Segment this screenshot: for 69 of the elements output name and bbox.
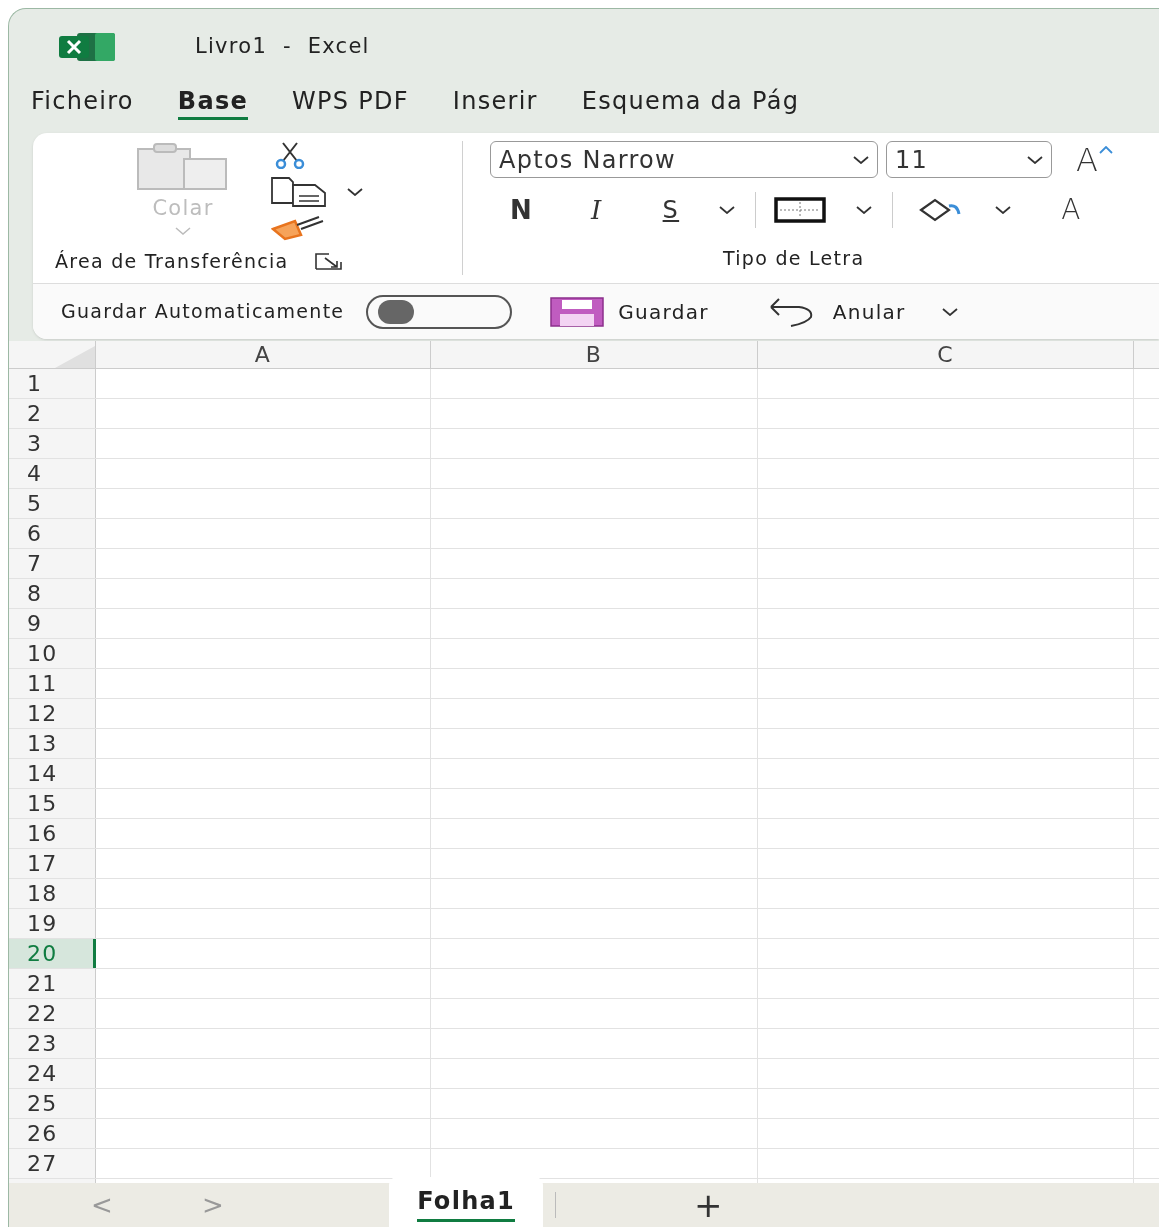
undo-button[interactable]: Anular <box>766 296 906 327</box>
ribbon-tab[interactable]: Base <box>177 85 248 120</box>
column-header[interactable]: A <box>96 341 431 368</box>
font-size-dropdown[interactable]: 11 <box>886 141 1052 178</box>
row-header[interactable]: 5 <box>9 489 96 518</box>
bold-button[interactable]: N <box>510 190 534 230</box>
autosave-toggle[interactable] <box>366 294 513 329</box>
autosave-label: Guardar Automaticamente <box>61 299 345 325</box>
column-header[interactable]: C <box>758 341 1134 368</box>
copy-button[interactable] <box>271 177 327 207</box>
row-header[interactable]: 11 <box>9 669 96 698</box>
row-header[interactable]: 7 <box>9 549 96 578</box>
ribbon-tab[interactable]: Inserir <box>452 85 538 120</box>
ribbon-tab[interactable]: Esquema da Pág <box>581 85 800 120</box>
group-label: Tipo de Letra <box>723 246 865 271</box>
chevron-down-icon[interactable] <box>347 188 363 196</box>
row-header[interactable]: 4 <box>9 459 96 488</box>
row-header[interactable]: 3 <box>9 429 96 458</box>
row-header[interactable]: 6 <box>9 519 96 548</box>
row-header[interactable]: 21 <box>9 969 96 998</box>
window-title: Livro1 - Excel <box>195 33 370 61</box>
row-header[interactable]: 9 <box>9 609 96 638</box>
ribbon-tab[interactable]: WPS PDF <box>292 85 409 120</box>
add-sheet-button[interactable]: + <box>693 1188 724 1222</box>
chevron-down-icon <box>853 155 869 164</box>
row-header[interactable]: 16 <box>9 819 96 848</box>
row-header[interactable]: 2 <box>9 399 96 428</box>
italic-button[interactable]: I <box>591 190 603 230</box>
ribbon-tab[interactable]: Ficheiro <box>31 85 134 120</box>
row-header[interactable]: 1 <box>9 369 96 398</box>
chevron-down-icon[interactable] <box>719 206 736 214</box>
row-header[interactable]: 17 <box>9 849 96 878</box>
row-header[interactable]: 19 <box>9 909 96 938</box>
font-name-dropdown[interactable]: Aptos Narrow <box>490 141 878 178</box>
chevron-down-icon[interactable] <box>856 206 873 214</box>
border-icon <box>774 197 827 223</box>
row-header[interactable]: 26 <box>9 1119 96 1148</box>
sheet-tab[interactable]: Folha1 <box>389 1177 543 1227</box>
font-color-button[interactable]: A <box>1061 189 1082 231</box>
row-header[interactable]: 23 <box>9 1029 96 1058</box>
paintbrush-icon <box>271 215 325 241</box>
row-header[interactable]: 27 <box>9 1149 96 1178</box>
chevron-down-icon <box>1027 155 1043 164</box>
row-header[interactable]: 14 <box>9 759 96 788</box>
dialog-launcher-icon[interactable] <box>314 252 343 271</box>
row-header[interactable]: 22 <box>9 999 96 1028</box>
save-button[interactable]: Guardar <box>550 296 709 327</box>
row-header[interactable]: 24 <box>9 1059 96 1088</box>
increase-font-size-button[interactable]: A <box>1076 141 1114 178</box>
chevron-down-icon[interactable] <box>941 307 958 316</box>
clipboard-icon <box>136 143 230 191</box>
row-header[interactable]: 10 <box>9 639 96 668</box>
row-header[interactable]: 8 <box>9 579 96 608</box>
borders-button[interactable] <box>774 197 827 223</box>
group-label: Área de Transferência <box>55 249 289 274</box>
chevron-down-icon[interactable] <box>995 206 1012 214</box>
row-header[interactable]: 20 <box>9 939 96 968</box>
row-header[interactable]: 13 <box>9 729 96 758</box>
underline-button[interactable]: S <box>662 192 680 228</box>
copy-icon <box>271 177 327 207</box>
excel-logo-icon <box>59 33 115 61</box>
chevron-down-icon <box>175 227 191 235</box>
row-header[interactable]: 15 <box>9 789 96 818</box>
row-header[interactable]: 25 <box>9 1089 96 1118</box>
column-header[interactable]: B <box>431 341 758 368</box>
row-header[interactable]: 12 <box>9 699 96 728</box>
format-painter-button[interactable] <box>271 215 325 241</box>
caret-up-icon <box>1099 145 1114 154</box>
row-header[interactable]: 18 <box>9 879 96 908</box>
